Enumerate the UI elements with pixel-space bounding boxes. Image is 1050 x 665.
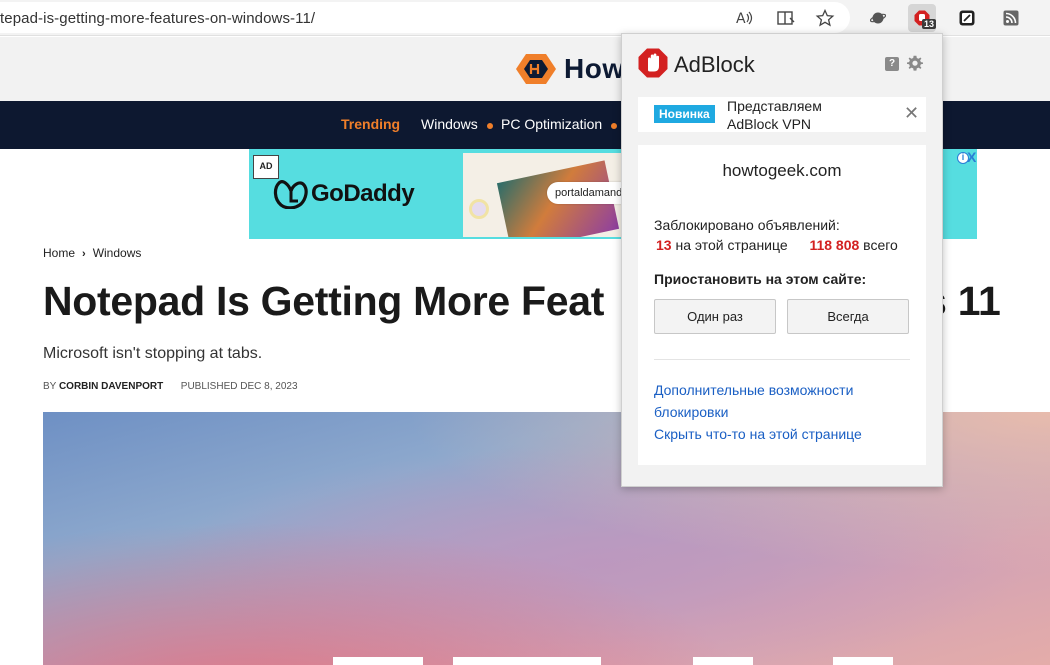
article-title-left: Notepad Is Getting More Feat — [43, 278, 605, 324]
immersive-reader-icon[interactable] — [776, 9, 796, 27]
hide-something-link[interactable]: Скрыть что-то на этой странице — [654, 423, 862, 445]
total-blocked-count: 118 808 — [809, 237, 860, 253]
adblock-logo-icon — [638, 48, 668, 78]
ad-brand-name: GoDaddy — [311, 180, 415, 207]
adblock-extension-icon[interactable]: 13 — [908, 4, 937, 32]
gear-icon[interactable] — [907, 55, 923, 75]
godaddy-logo-icon — [273, 180, 308, 209]
nav-trending[interactable]: Trending — [341, 116, 400, 132]
author-name[interactable]: CORBIN DAVENPORT — [59, 381, 163, 392]
rss-icon[interactable] — [997, 4, 1025, 32]
vpn-promo-banner[interactable]: Новинка Представляем AdBlock VPN ✕ — [638, 97, 926, 132]
article-byline: BY CORBIN DAVENPORT PUBLISHED DEC 8, 202… — [43, 381, 298, 392]
favorite-star-icon[interactable] — [815, 8, 835, 27]
help-icon[interactable]: ? — [885, 57, 899, 71]
nav-separator-dot — [611, 123, 617, 129]
blocked-count-badge: 13 — [922, 19, 937, 29]
adblock-title: AdBlock — [674, 52, 755, 77]
article-subtitle: Microsoft isn't stopping at tabs. — [43, 345, 263, 362]
close-icon[interactable]: ✕ — [904, 104, 919, 122]
stats-card: howtogeek.com Заблокировано объявлений: … — [638, 145, 926, 465]
ad-close-icon[interactable]: X — [967, 150, 977, 164]
read-aloud-icon[interactable]: A — [734, 9, 754, 27]
browser-window: tepad-is-getting-more-features-on-window… — [0, 0, 1050, 665]
breadcrumb-windows[interactable]: Windows — [93, 246, 142, 260]
chevron-right-icon: › — [82, 248, 86, 260]
extension-square-icon[interactable] — [953, 4, 981, 32]
breadcrumb-home[interactable]: Home — [43, 246, 75, 260]
adblock-popup: AdBlock ? Новинка Представляем AdBlock V… — [621, 33, 943, 487]
byline-label: BY — [43, 381, 57, 392]
pause-always-button[interactable]: Всегда — [787, 299, 909, 334]
ad-badge: AD — [253, 155, 279, 179]
page-blocked-suffix: на этой странице — [675, 237, 788, 253]
blocked-ads-label: Заблокировано объявлений: — [654, 217, 840, 233]
pause-once-button[interactable]: Один раз — [654, 299, 776, 334]
how-to-geek-logo-icon[interactable] — [516, 52, 556, 86]
url-text[interactable]: tepad-is-getting-more-features-on-window… — [0, 10, 315, 27]
extension-planet-icon[interactable] — [864, 4, 892, 32]
address-bar[interactable]: tepad-is-getting-more-features-on-window… — [0, 2, 850, 33]
page-blocked-count: 13 — [656, 237, 672, 253]
blocked-counts: 13 на этой странице 118 808 всего — [656, 237, 898, 253]
nav-item-windows[interactable]: Windows — [421, 116, 478, 132]
browser-toolbar: tepad-is-getting-more-features-on-window… — [0, 0, 1050, 36]
current-domain: howtogeek.com — [722, 161, 842, 180]
promo-text[interactable]: Представляем AdBlock VPN — [727, 97, 877, 133]
new-badge: Новинка — [654, 105, 715, 123]
published-date: PUBLISHED DEC 8, 2023 — [180, 381, 298, 392]
svg-text:A: A — [736, 11, 746, 27]
breadcrumb: Home › Windows — [43, 246, 141, 260]
nav-item-pc-optimization[interactable]: PC Optimization — [501, 116, 602, 132]
divider — [654, 359, 910, 360]
total-blocked-suffix: всего — [863, 237, 898, 253]
more-blocking-options-link[interactable]: Дополнительные возможности блокировки — [654, 379, 853, 423]
pause-on-site-label: Приостановить на этом сайте: — [654, 271, 867, 287]
nav-separator-dot — [487, 123, 493, 129]
